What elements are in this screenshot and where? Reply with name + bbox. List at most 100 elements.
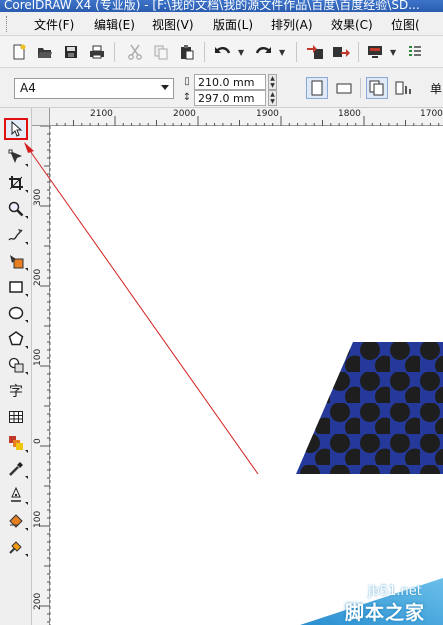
launcher-dropdown-icon[interactable]: ▼: [390, 48, 396, 57]
ruler-label: 2100: [90, 109, 113, 119]
page-width-input[interactable]: 210.0 mm: [194, 73, 266, 90]
ruler-label: 100: [33, 510, 43, 528]
eyedropper-tool[interactable]: [4, 458, 28, 480]
menu-view[interactable]: 视图(V): [152, 16, 194, 33]
undo-icon[interactable]: [212, 42, 234, 62]
menu-file[interactable]: 文件(F): [34, 16, 74, 33]
units-label: 单: [430, 82, 443, 96]
toolbox: 字: [0, 108, 32, 625]
toolbar-separator: [296, 42, 297, 62]
save-icon[interactable]: [60, 42, 82, 62]
flyout-arrow-icon: [25, 164, 28, 167]
fill-tool[interactable]: [4, 510, 28, 532]
interactive-fill-tool[interactable]: [4, 536, 28, 558]
redo-dropdown-icon[interactable]: ▼: [279, 48, 285, 57]
menu-effects[interactable]: 效果(C): [331, 16, 373, 33]
flyout-arrow-icon: [25, 476, 28, 479]
flyout-arrow-icon: [25, 502, 28, 505]
toolbar-separator: [204, 42, 205, 62]
application-launcher-icon[interactable]: [364, 42, 386, 62]
smart-fill-tool[interactable]: [4, 250, 28, 272]
crop-tool[interactable]: [4, 172, 28, 194]
flyout-arrow-icon: [25, 242, 28, 245]
export-icon[interactable]: [330, 42, 352, 62]
pick-tool[interactable]: [4, 118, 28, 140]
ruler-label: 200: [33, 268, 43, 286]
ellipse-tool[interactable]: [4, 302, 28, 324]
watermark-name: 脚本之家: [345, 602, 426, 624]
outline-tool[interactable]: [4, 484, 28, 506]
drawing-canvas[interactable]: [50, 126, 443, 625]
text-tool-label: 字: [9, 384, 23, 400]
menu-bitmaps[interactable]: 位图(: [391, 16, 420, 33]
ruler-origin[interactable]: [32, 108, 50, 126]
flyout-arrow-icon: [25, 346, 28, 349]
basic-shapes-tool[interactable]: [4, 354, 28, 376]
menu-edit[interactable]: 编辑(E): [94, 16, 135, 33]
page-size-value: A4: [20, 81, 36, 95]
ruler-label: 2000: [173, 109, 196, 119]
paste-icon[interactable]: [176, 42, 198, 62]
menu-arrange[interactable]: 排列(A): [271, 16, 313, 33]
menubar-grip[interactable]: [6, 16, 9, 32]
page-size-select[interactable]: A4: [14, 78, 174, 99]
redo-icon[interactable]: [252, 42, 274, 62]
ruler-label: 1900: [256, 109, 279, 119]
all-pages-button[interactable]: [366, 77, 388, 99]
flyout-arrow-icon: [25, 216, 28, 219]
ruler-label: 100: [33, 348, 43, 366]
ruler-label: 200: [33, 592, 43, 610]
ruler-label: 300: [33, 188, 43, 206]
ruler-label: 1700: [420, 109, 443, 119]
flyout-arrow-icon: [25, 294, 28, 297]
toolbar-separator: [360, 78, 361, 98]
page-height-input[interactable]: 297.0 mm: [194, 89, 266, 106]
flyout-arrow-icon: [25, 528, 28, 531]
horizontal-ruler[interactable]: 2100 2000 1900 1800 1700: [32, 108, 443, 126]
width-spinner[interactable]: ▲ ▼: [268, 73, 277, 90]
current-page-button[interactable]: [393, 77, 415, 99]
toolbar-separator: [358, 42, 359, 62]
title-bar: CorelDRAW X4 (专业版) - [F:\我的文档\我的源文件作品\百度…: [0, 0, 443, 12]
cut-icon[interactable]: [124, 42, 146, 62]
import-icon[interactable]: [304, 42, 326, 62]
landscape-button[interactable]: [333, 77, 355, 99]
property-bar: A4 ▯ 210.0 mm ▲ ▼ ↕ 297.0 mm ▲ ▼ 单: [0, 68, 443, 108]
page-height-icon: ↕: [182, 92, 192, 103]
flyout-arrow-icon: [25, 190, 28, 193]
ruler-label: 1800: [338, 109, 361, 119]
height-spinner[interactable]: ▲ ▼: [268, 89, 277, 106]
toolbar-separator: [114, 42, 115, 62]
print-icon[interactable]: [86, 42, 108, 62]
copy-icon[interactable]: [150, 42, 172, 62]
page-width-field[interactable]: ▯ 210.0 mm ▲ ▼: [180, 73, 290, 90]
vertical-ruler[interactable]: 300 200 100 0 100 200: [32, 126, 50, 625]
watermark-site: jb51.net: [368, 584, 422, 599]
portrait-button[interactable]: [306, 77, 328, 99]
flyout-arrow-icon: [25, 320, 28, 323]
table-tool[interactable]: [4, 406, 28, 428]
rectangle-tool[interactable]: [4, 276, 28, 298]
shape-tool[interactable]: [4, 146, 28, 168]
window-title: CorelDRAW X4 (专业版) - [F:\我的文档\我的源文件作品\百度…: [4, 0, 420, 12]
menu-bar: 文件(F) 编辑(E) 视图(V) 版面(L) 排列(A) 效果(C) 位图(: [0, 12, 443, 36]
chevron-down-icon: [161, 85, 169, 90]
flyout-arrow-icon: [25, 268, 28, 271]
freehand-tool[interactable]: [4, 224, 28, 246]
blend-tool[interactable]: [4, 432, 28, 454]
page-width-icon: ▯: [184, 76, 190, 87]
polygon-tool[interactable]: [4, 328, 28, 350]
zoom-tool[interactable]: [4, 198, 28, 220]
new-document-icon[interactable]: [8, 42, 30, 62]
welcome-screen-icon[interactable]: [404, 42, 426, 62]
page-height-field[interactable]: ↕ 297.0 mm ▲ ▼: [180, 89, 290, 106]
flyout-arrow-icon: [25, 554, 28, 557]
undo-dropdown-icon[interactable]: ▼: [238, 48, 244, 57]
ruler-label: 0: [33, 438, 43, 444]
standard-toolbar: ▼ ▼ ▼: [0, 36, 443, 68]
text-tool[interactable]: 字: [4, 380, 28, 402]
open-icon[interactable]: [34, 42, 56, 62]
flyout-arrow-icon: [25, 372, 28, 375]
menu-layout[interactable]: 版面(L): [213, 16, 253, 33]
flyout-arrow-icon: [25, 450, 28, 453]
